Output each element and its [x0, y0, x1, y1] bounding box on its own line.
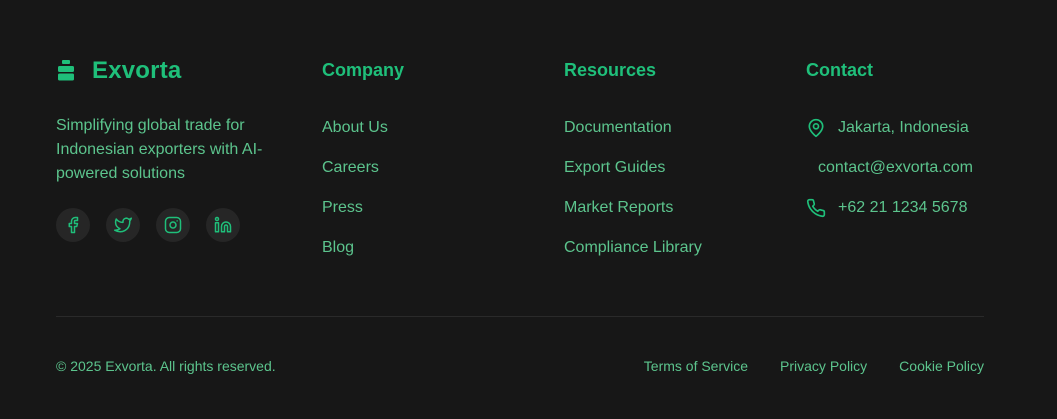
- twitter-link[interactable]: [106, 208, 140, 242]
- brand-name: Exvorta: [92, 57, 182, 84]
- twitter-icon: [114, 217, 132, 233]
- facebook-icon: [68, 216, 79, 234]
- footer-link-documentation[interactable]: Documentation: [564, 108, 702, 148]
- copyright: © 2025 Exvorta. All rights reserved.: [56, 358, 276, 374]
- contact-column: Contact Jakarta, Indonesia contact@exvor…: [806, 58, 973, 228]
- instagram-link[interactable]: [156, 208, 190, 242]
- terms-of-service-link[interactable]: Terms of Service: [644, 358, 748, 374]
- brand[interactable]: Exvorta: [56, 57, 181, 85]
- contact-email[interactable]: contact@exvorta.com: [806, 148, 973, 188]
- phone-icon: [806, 198, 826, 218]
- contact-heading: Contact: [806, 60, 873, 80]
- footer-link-export-guides[interactable]: Export Guides: [564, 148, 702, 188]
- contact-phone[interactable]: +62 21 1234 5678: [806, 188, 973, 228]
- footer-link-blog[interactable]: Blog: [322, 228, 404, 268]
- footer-divider: [56, 316, 984, 317]
- cookie-policy-link[interactable]: Cookie Policy: [899, 358, 984, 374]
- linkedin-icon: [214, 216, 232, 233]
- social-links: [56, 208, 240, 242]
- tagline: Simplifying global trade for Indonesian …: [56, 117, 263, 182]
- resources-column: Resources Documentation Export Guides Ma…: [564, 58, 702, 268]
- footer-link-market-reports[interactable]: Market Reports: [564, 188, 702, 228]
- contact-location-text: Jakarta, Indonesia: [838, 119, 969, 136]
- map-pin-icon: [806, 118, 826, 138]
- privacy-policy-link[interactable]: Privacy Policy: [780, 358, 867, 374]
- contact-email-text[interactable]: contact@exvorta.com: [806, 148, 973, 188]
- linkedin-link[interactable]: [206, 208, 240, 242]
- contact-location: Jakarta, Indonesia: [806, 108, 973, 148]
- footer-link-compliance-library[interactable]: Compliance Library: [564, 228, 702, 268]
- footer-link-press[interactable]: Press: [322, 188, 404, 228]
- footer-link-about-us[interactable]: About Us: [322, 108, 404, 148]
- facebook-link[interactable]: [56, 208, 90, 242]
- contact-phone-text[interactable]: +62 21 1234 5678: [838, 188, 967, 228]
- footer-link-careers[interactable]: Careers: [322, 148, 404, 188]
- legal-links: Terms of Service Privacy Policy Cookie P…: [644, 358, 984, 374]
- bag-icon: [56, 58, 78, 84]
- resources-heading: Resources: [564, 60, 657, 80]
- instagram-icon: [164, 216, 182, 234]
- company-column: Company About Us Careers Press Blog: [322, 58, 404, 268]
- company-heading: Company: [322, 60, 405, 80]
- site-footer: Exvorta Simplifying global trade for Ind…: [0, 0, 1057, 419]
